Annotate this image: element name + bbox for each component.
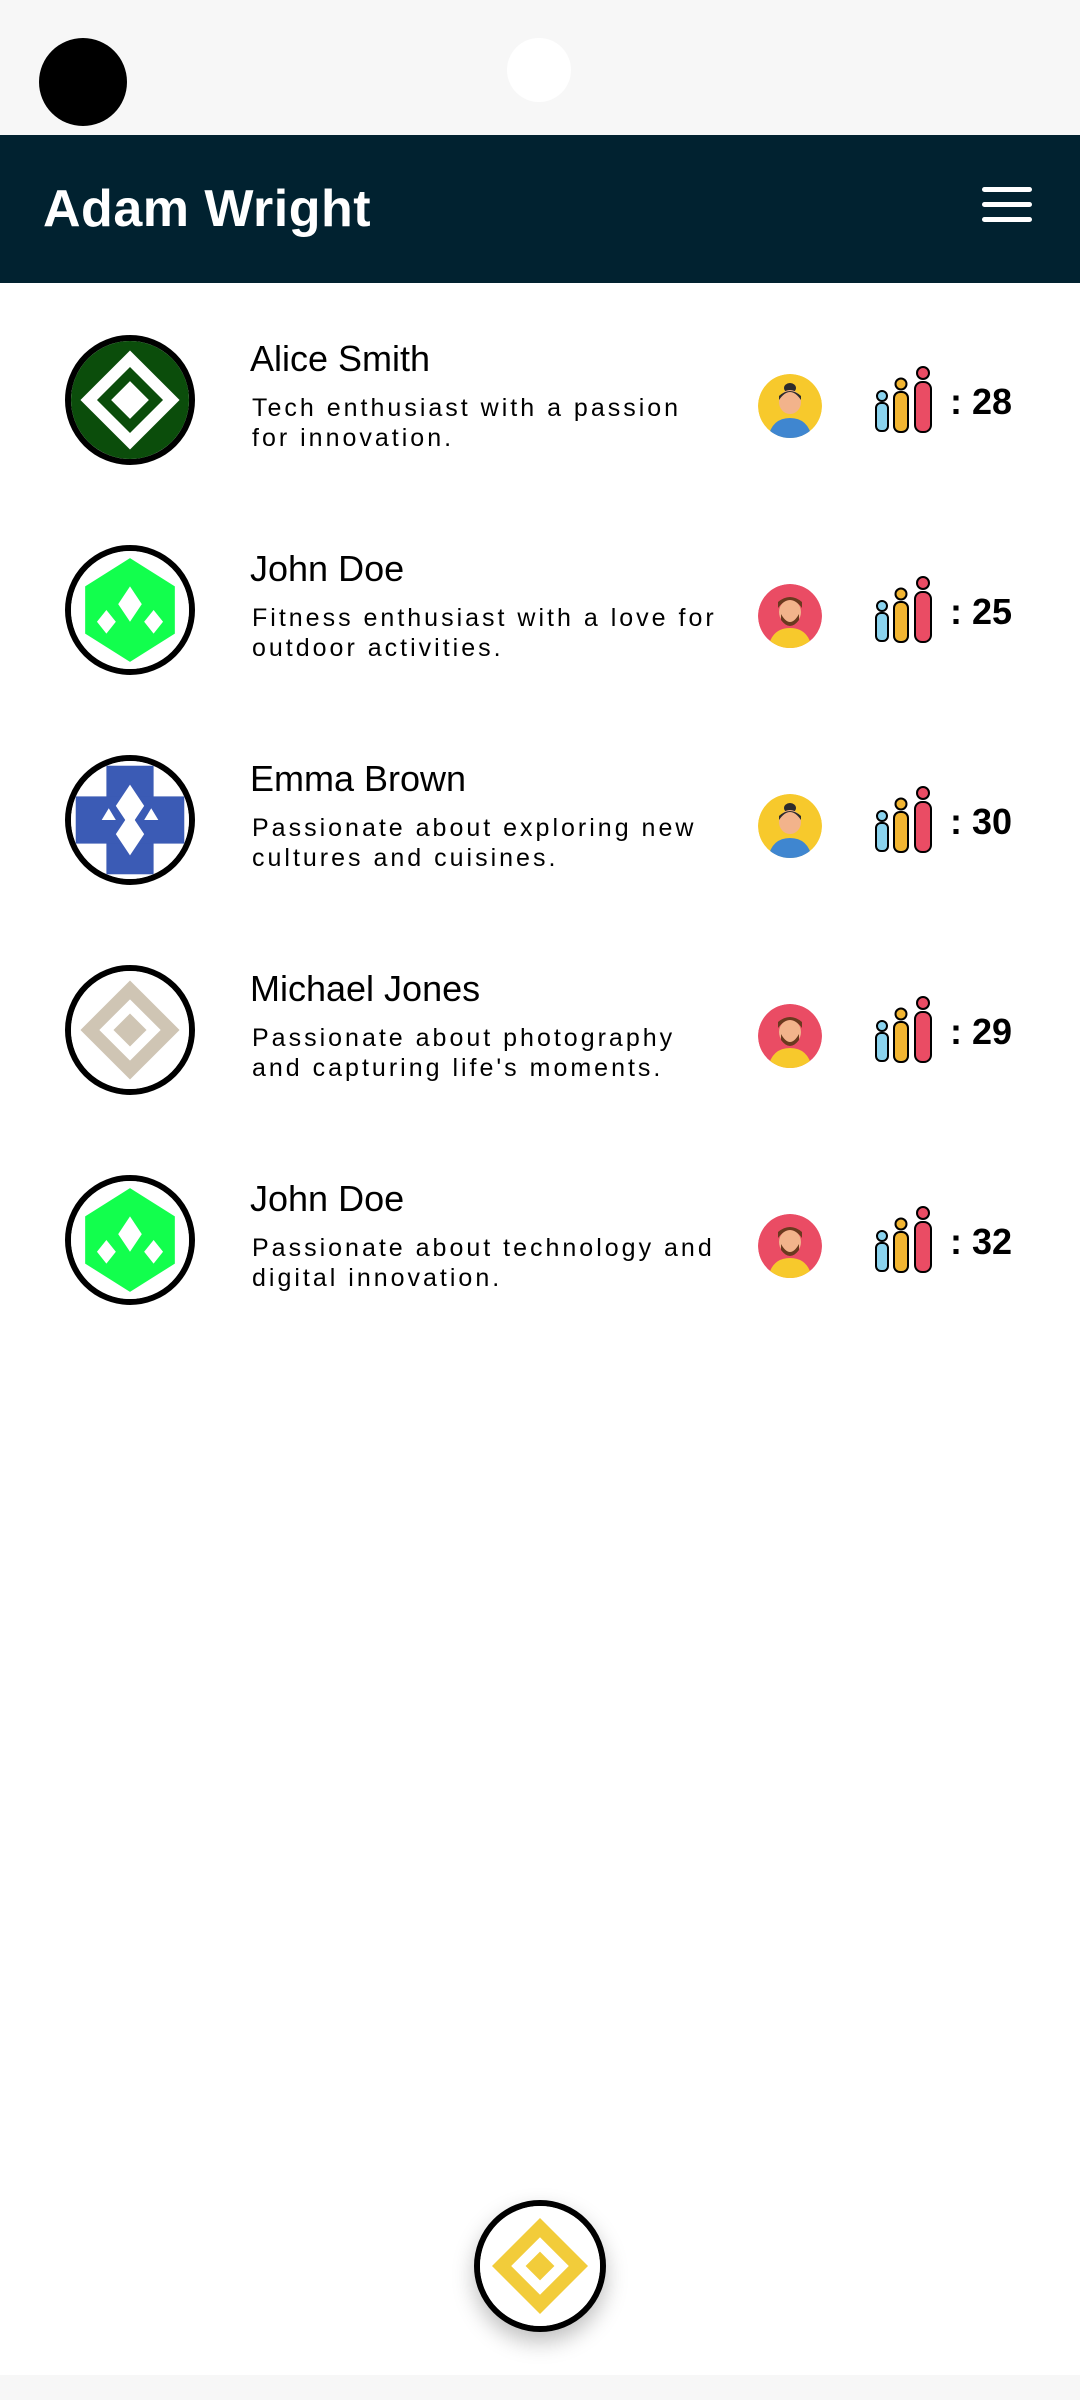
age-value: : 29: [950, 1011, 1013, 1052]
pattern-avatar-icon: [480, 2206, 600, 2326]
person-bio: Passionate about photography and capturi…: [252, 1024, 676, 1082]
notch-indicator: [507, 38, 571, 102]
floating-action-button[interactable]: [474, 2200, 606, 2332]
person-bio: Tech enthusiast with a passion for innov…: [252, 394, 682, 452]
person-bio: Passionate about technology and digital …: [252, 1234, 715, 1292]
pattern-avatar-icon: [65, 1175, 195, 1305]
person-name: Alice Smith: [250, 338, 431, 379]
person-name: Emma Brown: [250, 758, 467, 799]
age-value: : 25: [950, 591, 1013, 632]
age-value: : 30: [950, 801, 1013, 842]
status-bar: [0, 0, 1080, 135]
male-person-icon: [758, 1004, 822, 1068]
list-item[interactable]: John Doe Fitness enthusiast with a love …: [0, 493, 1080, 703]
female-person-icon: [758, 794, 822, 858]
age-value: : 32: [950, 1221, 1013, 1262]
family-icon: [873, 1206, 935, 1274]
camera-cutout: [39, 38, 127, 126]
list-item[interactable]: Emma Brown Passionate about exploring ne…: [0, 703, 1080, 913]
list-item[interactable]: John Doe Passionate about technology and…: [0, 1123, 1080, 1333]
menu-line: [982, 202, 1032, 207]
menu-line: [982, 217, 1032, 222]
person-name: John Doe: [250, 548, 405, 589]
page-title: Adam Wright: [43, 180, 372, 238]
navigation-bar: [0, 2375, 1080, 2400]
pattern-avatar-icon: [65, 335, 195, 465]
person-name: John Doe: [250, 1178, 405, 1219]
family-icon: [873, 366, 935, 434]
male-person-icon: [758, 1214, 822, 1278]
family-icon: [873, 576, 935, 644]
age-value: : 28: [950, 381, 1013, 422]
family-icon: [873, 996, 935, 1064]
person-name: Michael Jones: [250, 968, 481, 1009]
list-item[interactable]: Michael Jones Passionate about photograp…: [0, 913, 1080, 1123]
female-person-icon: [758, 374, 822, 438]
pattern-avatar-icon: [65, 755, 195, 885]
person-bio: Passionate about exploring new cultures …: [252, 814, 697, 872]
pattern-avatar-icon: [65, 965, 195, 1095]
pattern-avatar-icon: [65, 545, 195, 675]
menu-line: [982, 187, 1032, 192]
app-header: Adam Wright: [0, 135, 1080, 283]
person-bio: Fitness enthusiast with a love for outdo…: [252, 604, 717, 662]
male-person-icon: [758, 584, 822, 648]
family-icon: [873, 786, 935, 854]
hamburger-menu-icon[interactable]: [982, 185, 1032, 225]
list-item[interactable]: Alice Smith Tech enthusiast with a passi…: [0, 283, 1080, 493]
